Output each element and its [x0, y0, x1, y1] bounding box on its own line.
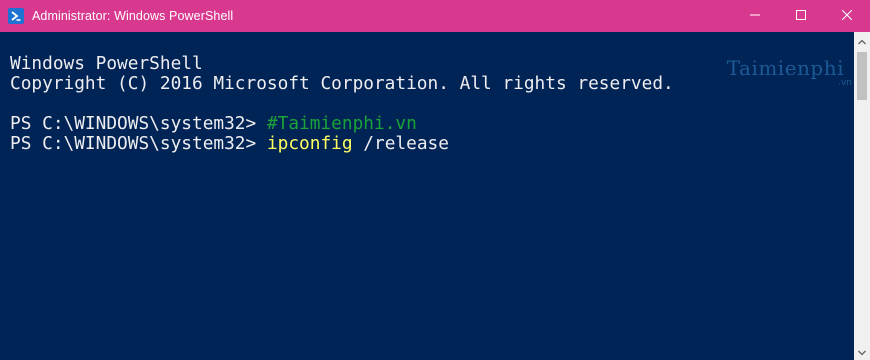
chevron-down-icon	[858, 343, 866, 360]
watermark-suffix: .vn	[838, 78, 852, 88]
close-icon	[841, 7, 853, 25]
console-command-argument: /release	[352, 133, 449, 154]
console-comment: #Taimienphi.vn	[266, 113, 417, 134]
minimize-button[interactable]	[732, 0, 778, 32]
watermark-logo: Taimienphi	[726, 56, 844, 80]
console-prompt: PS C:\WINDOWS\system32>	[10, 113, 267, 134]
console-prompt-line: PS C:\WINDOWS\system32> #Taimienphi.vn	[10, 114, 854, 134]
scrollbar-thumb[interactable]	[857, 52, 867, 100]
powershell-window: Administrator: Windows PowerShell Window…	[0, 0, 870, 360]
powershell-icon	[8, 8, 24, 24]
title-bar[interactable]: Administrator: Windows PowerShell	[0, 0, 870, 32]
minimize-icon	[750, 7, 760, 25]
window-controls	[732, 0, 870, 32]
maximize-icon	[796, 7, 806, 25]
console-command-line: PS C:\WINDOWS\system32> ipconfig /releas…	[10, 134, 854, 154]
vertical-scrollbar[interactable]	[854, 32, 870, 360]
chevron-up-icon	[858, 32, 866, 50]
maximize-button[interactable]	[778, 0, 824, 32]
console-output[interactable]: Windows PowerShell Copyright (C) 2016 Mic…	[0, 32, 854, 360]
scroll-up-button[interactable]	[854, 32, 870, 49]
console-command: ipconfig	[266, 133, 353, 154]
console-prompt: PS C:\WINDOWS\system32>	[10, 133, 267, 154]
window-title: Administrator: Windows PowerShell	[32, 9, 234, 23]
scroll-down-button[interactable]	[854, 343, 870, 360]
close-button[interactable]	[824, 0, 870, 32]
